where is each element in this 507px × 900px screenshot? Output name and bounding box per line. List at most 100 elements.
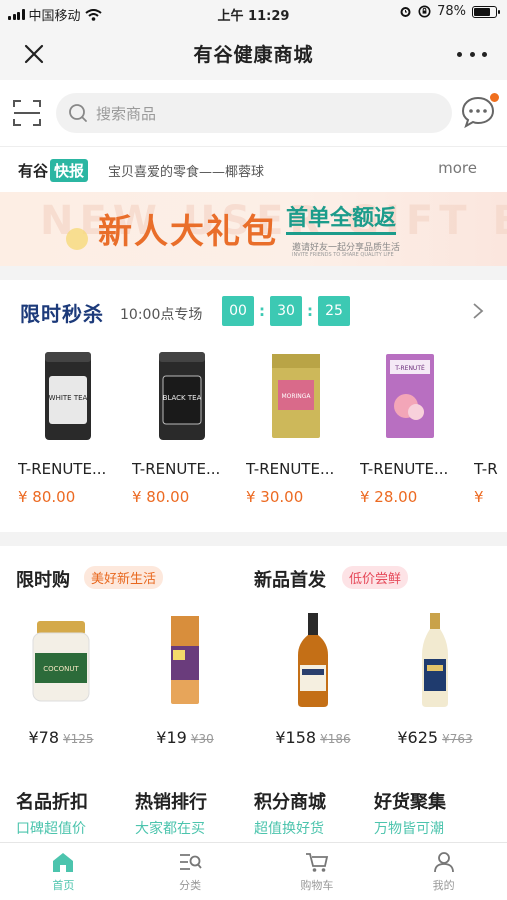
- product-name: T-RENUTE...: [246, 460, 335, 478]
- search-placeholder: 搜索商品: [96, 104, 157, 123]
- battery-icon: [472, 5, 500, 18]
- flash-sale-title: 限时秒杀: [20, 302, 104, 326]
- bottom-tab-bar: 首页 分类 购物车 我的: [0, 842, 507, 900]
- tab-label: 首页: [52, 879, 75, 892]
- promo-banner[interactable]: NEW USER GIFT BAG 新人大礼包 首单全额返 邀请好友一起分享品质…: [0, 192, 507, 266]
- flash-sale-item[interactable]: MORINGA T-RENUTE... ¥ 30.00: [246, 346, 360, 506]
- product-name: T-RENUTE...: [360, 460, 449, 478]
- news-headline[interactable]: 宝贝喜爱的零食——椰蓉球: [108, 161, 264, 180]
- product-image: [258, 610, 368, 710]
- product-card[interactable]: COCONUT ¥78 ¥125: [6, 610, 116, 747]
- category-icon: [180, 854, 202, 870]
- scan-icon[interactable]: [12, 98, 42, 128]
- product-price: ¥ 28.00: [360, 488, 418, 506]
- current-price: ¥19: [156, 728, 187, 747]
- product-price: ¥625 ¥763: [380, 728, 490, 747]
- category-bestsellers[interactable]: 热销排行 大家都在买: [135, 788, 255, 838]
- product-card[interactable]: ¥19 ¥30: [130, 610, 240, 747]
- search-input[interactable]: 搜索商品: [56, 93, 452, 133]
- original-price: ¥125: [63, 732, 94, 746]
- product-card[interactable]: ¥158 ¥186: [258, 610, 368, 747]
- category-points-mall[interactable]: 积分商城 超值换好货: [254, 788, 374, 838]
- tab-label: 分类: [179, 879, 202, 892]
- countdown-hours: 00: [222, 296, 254, 326]
- flash-sale-item[interactable]: WHITE TEA T-RENUTE... ¥ 80.00: [18, 346, 132, 506]
- banner-subtitle: 首单全额返: [286, 206, 397, 235]
- product-price: ¥ 80.00: [18, 488, 76, 506]
- banner-caption-en: INVITE FRIENDS TO SHARE QUALITY LIFE: [292, 252, 394, 258]
- product-image: COCONUT: [6, 610, 116, 710]
- original-price: ¥763: [442, 732, 473, 746]
- countdown-timer: 00 : 30 : 25: [222, 296, 350, 326]
- search-icon: [69, 104, 87, 122]
- product-image: MORINGA: [246, 346, 346, 446]
- category-title: 热销排行: [135, 792, 207, 813]
- new-arrivals-tag: 低价尝鲜: [342, 566, 409, 589]
- flash-sale-item[interactable]: T-R ¥: [474, 346, 507, 506]
- category-subtitle: 万物皆可潮: [374, 821, 444, 837]
- limited-buy-title[interactable]: 限时购: [16, 566, 70, 592]
- news-more-link[interactable]: more: [438, 159, 477, 177]
- product-name: T-RENUTE...: [132, 460, 221, 478]
- home-icon: [53, 853, 74, 872]
- current-price: ¥158: [275, 728, 317, 747]
- news-brand-label: 有谷: [18, 162, 49, 180]
- notification-dot: [489, 92, 500, 103]
- limited-buy-tag: 美好新生活: [84, 566, 164, 589]
- product-image: [380, 610, 490, 710]
- svg-text:BLACK TEA: BLACK TEA: [163, 394, 202, 402]
- more-menu-icon[interactable]: [457, 40, 487, 68]
- battery-percent: 78%: [437, 4, 466, 19]
- new-arrivals-title[interactable]: 新品首发: [254, 566, 326, 592]
- product-image: [474, 346, 507, 446]
- banner-title: 新人大礼包: [98, 212, 278, 252]
- flash-sale-item[interactable]: T-RENUTÉ T-RENUTE... ¥ 28.00: [360, 346, 474, 506]
- product-price: ¥78 ¥125: [6, 728, 116, 747]
- svg-text:COCONUT: COCONUT: [43, 665, 79, 673]
- product-price: ¥158 ¥186: [258, 728, 368, 747]
- tab-profile[interactable]: 我的: [380, 843, 507, 900]
- original-price: ¥186: [320, 732, 351, 746]
- news-ticker[interactable]: 有谷 快报 宝贝喜爱的零食——椰蓉球 more: [0, 146, 507, 192]
- page-title: 有谷健康商城: [193, 44, 314, 66]
- status-bar: 中国移动 上午 11:29 78%: [0, 0, 507, 26]
- product-image: WHITE TEA: [18, 346, 118, 446]
- orientation-lock-icon: [418, 5, 431, 18]
- nav-bar: 有谷健康商城: [0, 26, 507, 80]
- product-image: [130, 610, 240, 710]
- current-price: ¥625: [397, 728, 439, 747]
- countdown-seconds: 25: [318, 296, 350, 326]
- category-subtitle: 超值换好货: [254, 821, 324, 837]
- tab-label: 购物车: [300, 879, 334, 892]
- banner-decoration: [66, 228, 88, 250]
- category-subtitle: 大家都在买: [135, 821, 205, 837]
- original-price: ¥30: [190, 732, 214, 746]
- tab-cart[interactable]: 购物车: [254, 843, 381, 900]
- product-price: ¥ 80.00: [132, 488, 190, 506]
- category-title: 好货聚集: [374, 792, 446, 813]
- news-brand: 有谷 快报: [18, 159, 89, 182]
- search-row: 搜索商品: [0, 80, 507, 146]
- category-title: 积分商城: [254, 792, 326, 813]
- flash-sale-item[interactable]: BLACK TEA T-RENUTE... ¥ 80.00: [132, 346, 246, 506]
- product-image: T-RENUTÉ: [360, 346, 460, 446]
- profile-icon: [433, 852, 454, 873]
- current-price: ¥78: [28, 728, 59, 747]
- tab-label: 我的: [432, 879, 455, 892]
- product-price: ¥ 30.00: [246, 488, 304, 506]
- flash-sale-list[interactable]: WHITE TEA T-RENUTE... ¥ 80.00 BLACK TEA …: [18, 346, 507, 506]
- tab-category[interactable]: 分类: [127, 843, 254, 900]
- chevron-right-icon[interactable]: [471, 302, 485, 320]
- svg-text:MORINGA: MORINGA: [281, 393, 311, 400]
- product-price: ¥19 ¥30: [130, 728, 240, 747]
- news-badge: 快报: [50, 159, 89, 182]
- product-price: ¥: [474, 488, 484, 506]
- tab-home[interactable]: 首页: [0, 843, 127, 900]
- svg-text:WHITE TEA: WHITE TEA: [49, 394, 88, 402]
- product-name: T-RENUTE...: [18, 460, 107, 478]
- category-good-finds[interactable]: 好货聚集 万物皆可潮: [374, 788, 494, 838]
- alarm-icon: [400, 7, 411, 17]
- product-card[interactable]: ¥625 ¥763: [380, 610, 490, 747]
- category-discount[interactable]: 名品折扣 口碑超值价: [16, 788, 136, 838]
- flash-sale-section: 限时秒杀 10:00点专场 00 : 30 : 25 WHITE TEA T-R…: [0, 280, 507, 532]
